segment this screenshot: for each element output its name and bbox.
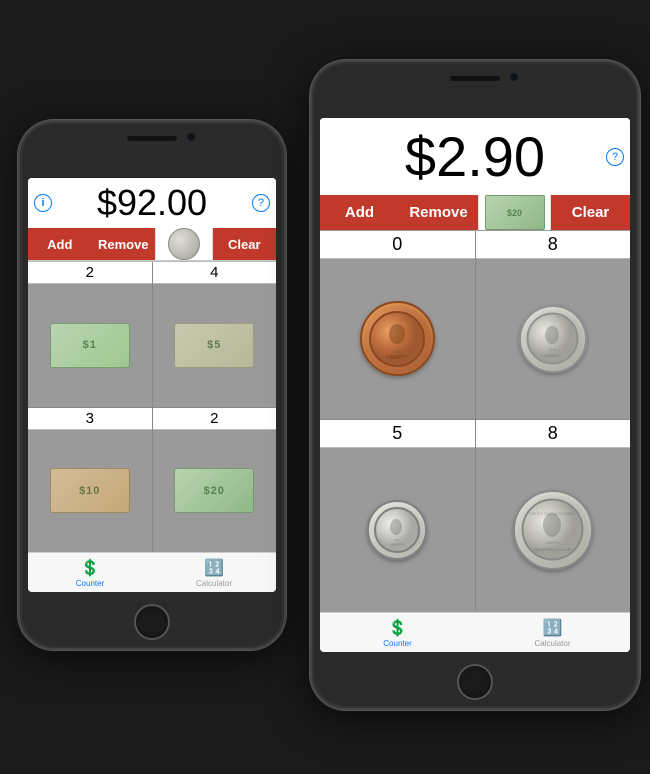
calculator-icon-large: 🔢 [543, 618, 563, 638]
amount-display-large: $2.90 [405, 124, 545, 189]
amount-display-small: $92.00 [97, 182, 207, 224]
amount-row-large: ? $2.90 [320, 118, 630, 195]
svg-text:QUARTER DOLLAR: QUARTER DOLLAR [534, 547, 571, 552]
tab-counter-label-large: Counter [383, 639, 411, 648]
cell-nickel[interactable]: 8 [476, 231, 631, 419]
svg-text:2017: 2017 [394, 538, 401, 542]
tab-counter-small[interactable]: 💲 Counter [28, 553, 152, 592]
tab-calculator-label-large: Calculator [534, 639, 570, 648]
home-button-small[interactable] [134, 604, 170, 640]
remove-button-small[interactable]: Remove [92, 228, 156, 260]
count-ten: 3 [28, 408, 152, 430]
scene: Carrier 10:46 AM i $92.00 ? [0, 0, 650, 774]
action-bar-large: Add Remove $20 Clear [320, 195, 630, 231]
count-nickel: 8 [476, 231, 631, 259]
count-twenty: 2 [153, 408, 277, 430]
svg-text:LIBERTY: LIBERTY [545, 541, 560, 545]
image-dime: LIBERTY 2017 [320, 448, 475, 613]
svg-text:LIBERTY: LIBERTY [390, 543, 405, 547]
add-button-large[interactable]: Add [320, 195, 399, 230]
remove-button-large[interactable]: Remove [399, 195, 478, 230]
app-large: ? $2.90 Add Remove $20 Clear [320, 118, 630, 612]
nickel-svg: LIBERTY 2015 [525, 311, 580, 366]
image-ten: $10 [28, 430, 152, 553]
app-small: i $92.00 ? Add Remove Clear [28, 178, 276, 552]
tab-counter-large[interactable]: 💲 Counter [320, 613, 475, 652]
screen-small: Carrier 10:46 AM i $92.00 ? [28, 178, 276, 592]
cell-ten-dollar[interactable]: 3 $10 [28, 408, 152, 553]
tab-bar-small: 💲 Counter 🔢 Calculator [28, 552, 276, 592]
penny-svg: LIBERTY 2013 [367, 309, 427, 369]
screen-large: Carrier 10:44 AM ? $2.90 [320, 118, 630, 652]
clear-button-large[interactable]: Clear [551, 195, 630, 230]
tab-calculator-small[interactable]: 🔢 Calculator [152, 553, 276, 592]
coin-selector-small[interactable] [155, 228, 213, 260]
phone-small: Carrier 10:46 AM i $92.00 ? [18, 120, 286, 650]
grid-large: 0 [320, 231, 630, 612]
image-nickel: LIBERTY 2015 [476, 259, 631, 419]
counter-icon-small: 💲 [80, 558, 100, 578]
svg-text:UNITED STATES OF AMER.: UNITED STATES OF AMER. [530, 512, 575, 516]
image-twenty: $20 [153, 430, 277, 553]
counter-icon-large: 💲 [388, 618, 408, 638]
image-quarter: QUARTER DOLLAR UNITED STATES OF AMER. LI… [476, 448, 631, 613]
quarter-icon-small [168, 228, 200, 260]
count-one: 2 [28, 262, 152, 284]
grid-small: 2 $1 4 $5 3 [28, 261, 276, 552]
twenty-bill-icon: $20 [485, 195, 545, 230]
bill-selector-large[interactable]: $20 [478, 195, 551, 230]
quarter-svg: QUARTER DOLLAR UNITED STATES OF AMER. LI… [520, 497, 585, 562]
image-five: $5 [153, 284, 277, 407]
tab-bar-large: 💲 Counter 🔢 Calculator [320, 612, 630, 652]
svg-text:2015: 2015 [549, 348, 557, 352]
cell-quarter[interactable]: 8 [476, 420, 631, 613]
count-quarter: 8 [476, 420, 631, 448]
tab-counter-label-small: Counter [76, 579, 104, 588]
help-button-small[interactable]: ? [252, 194, 270, 212]
image-one: $1 [28, 284, 152, 407]
phone-large: Carrier 10:44 AM ? $2.90 [310, 60, 640, 710]
cell-penny[interactable]: 0 [320, 231, 475, 419]
calculator-icon-small: 🔢 [204, 558, 224, 578]
count-dime: 5 [320, 420, 475, 448]
clear-button-small[interactable]: Clear [213, 228, 277, 260]
tab-calculator-label-small: Calculator [196, 579, 232, 588]
action-bar-small: Add Remove Clear [28, 228, 276, 261]
cell-dime[interactable]: 5 [320, 420, 475, 613]
help-button-large[interactable]: ? [606, 148, 624, 166]
home-button-large[interactable] [457, 664, 493, 700]
count-penny: 0 [320, 231, 475, 259]
svg-text:LIBERTY: LIBERTY [387, 355, 408, 361]
svg-text:LIBERTY: LIBERTY [544, 353, 561, 358]
tab-calculator-large[interactable]: 🔢 Calculator [475, 613, 630, 652]
count-five: 4 [153, 262, 277, 284]
cell-one-dollar[interactable]: 2 $1 [28, 262, 152, 407]
dime-svg: LIBERTY 2017 [373, 506, 421, 554]
image-penny: LIBERTY 2013 [320, 259, 475, 419]
svg-text:2013: 2013 [393, 349, 403, 354]
cell-twenty-dollar[interactable]: 2 $20 [153, 408, 277, 553]
amount-row-small: i $92.00 ? [28, 178, 276, 228]
cell-five-dollar[interactable]: 4 $5 [153, 262, 277, 407]
info-button-small[interactable]: i [34, 194, 52, 212]
add-button-small[interactable]: Add [28, 228, 92, 260]
